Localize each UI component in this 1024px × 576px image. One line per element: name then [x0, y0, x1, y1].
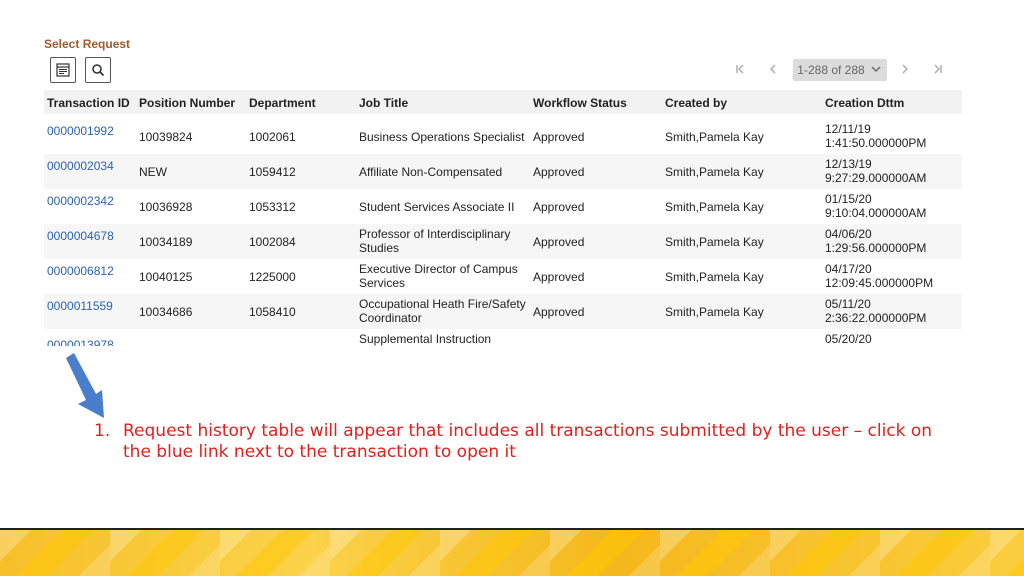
workflow-status: Approved [533, 130, 585, 144]
created-by: Smith,Pamela Kay [665, 165, 764, 179]
creation-dttm: 05/20/20 [825, 332, 872, 346]
creation-time: 9:27:29.000000AM [825, 171, 927, 185]
table-row: 0000001992 10039824 1002061 Business Ope… [44, 119, 962, 154]
creation-dttm: 04/06/20 1:29:56.000000PM [825, 227, 926, 255]
page-range-select[interactable]: 1-288 of 288 [793, 59, 887, 81]
chevron-right-icon [902, 64, 908, 74]
request-history-table: Transaction ID Position Number Departmen… [44, 90, 962, 346]
transaction-id-link[interactable]: 0000001992 [47, 124, 114, 138]
job-title: Occupational Heath Fire/Safety Coordinat… [359, 297, 526, 325]
table-row: 0000002342 10036928 1053312 Student Serv… [44, 189, 962, 224]
column-header-workflow-status[interactable]: Workflow Status [533, 96, 627, 110]
created-by: Smith,Pamela Kay [665, 130, 764, 144]
position-number: NEW [139, 165, 167, 179]
chevron-down-icon [871, 66, 881, 73]
position-number: 10034189 [139, 235, 193, 249]
job-title: Professor of Interdisciplinary Studies [359, 227, 511, 255]
creation-time: 9:10:04.000000AM [825, 206, 927, 220]
job-title: Affiliate Non-Compensated [359, 165, 503, 179]
workflow-status: Approved [533, 305, 585, 319]
department: 1059412 [249, 165, 296, 179]
creation-date: 05/11/20 [825, 297, 871, 311]
creation-time: 12:09:45.000000PM [825, 276, 934, 290]
creation-dttm: 04/17/20 12:09:45.000000PM [825, 262, 933, 290]
creation-time: 2:36:22.000000PM [825, 311, 927, 325]
column-header-transaction-id[interactable]: Transaction ID [47, 96, 130, 110]
creation-date: 01/15/20 [825, 192, 872, 206]
created-by: Smith,Pamela Kay [665, 235, 764, 249]
job-title: Supplemental Instruction [359, 332, 492, 346]
search-button[interactable] [85, 57, 111, 83]
transaction-id-link[interactable]: 0000004678 [47, 229, 114, 243]
position-number: 10036928 [139, 200, 193, 214]
department: 1058410 [249, 305, 296, 319]
creation-dttm: 01/15/20 9:10:04.000000AM [825, 192, 926, 220]
department: 1225000 [249, 270, 296, 284]
transaction-id-link[interactable]: 0000011559 [47, 299, 113, 313]
transaction-id-link[interactable]: 0000013978 [47, 338, 114, 346]
position-number: 10039824 [139, 130, 193, 144]
page-range-label: 1-288 of 288 [797, 63, 865, 77]
search-icon [92, 64, 105, 77]
table-header: Transaction ID Position Number Departmen… [44, 90, 962, 114]
created-by: Smith,Pamela Kay [665, 200, 764, 214]
transaction-id-link[interactable]: 0000002342 [47, 194, 114, 208]
instruction-number: 1. [94, 421, 111, 441]
first-page-button[interactable] [734, 62, 748, 76]
job-title: Executive Director of Campus Services [359, 262, 518, 290]
position-number: 10040125 [139, 270, 193, 284]
first-page-icon [736, 64, 744, 74]
department: 1002061 [249, 130, 296, 144]
job-title: Business Operations Specialist [359, 130, 525, 144]
creation-date: 04/17/20 [825, 262, 872, 276]
creation-time: 1:41:50.000000PM [825, 136, 927, 150]
pointer-arrow-icon [66, 353, 104, 418]
creation-date: 12/13/19 [825, 157, 872, 171]
column-header-created-by[interactable]: Created by [665, 96, 727, 110]
footer-banner [0, 530, 1024, 576]
previous-page-button[interactable] [766, 62, 780, 76]
department: 1053312 [249, 200, 296, 214]
instruction-text: Request history table will appear that i… [123, 421, 933, 462]
transaction-id-link[interactable]: 0000002034 [47, 159, 114, 173]
table-row: 0000004678 10034189 1002084 Professor of… [44, 224, 962, 259]
workflow-status: Approved [533, 165, 585, 179]
grid-view-button[interactable] [50, 57, 76, 83]
workflow-status: Approved [533, 200, 585, 214]
table-row: 0000002034 NEW 1059412 Affiliate Non-Com… [44, 154, 962, 189]
table-row: 0000013978 Supplemental Instruction 05/2… [44, 329, 962, 346]
job-title: Student Services Associate II [359, 200, 515, 214]
creation-date: 05/20/20 [825, 332, 872, 346]
workflow-status: Approved [533, 270, 585, 284]
workflow-status: Approved [533, 235, 585, 249]
created-by: Smith,Pamela Kay [665, 305, 764, 319]
column-header-job-title[interactable]: Job Title [359, 96, 408, 110]
created-by: Smith,Pamela Kay [665, 270, 764, 284]
section-title: Select Request [44, 37, 131, 51]
position-number: 10034686 [139, 305, 193, 319]
creation-date: 04/06/20 [825, 227, 872, 241]
transaction-id-link[interactable]: 0000006812 [47, 264, 114, 278]
creation-dttm: 12/11/19 1:41:50.000000PM [825, 122, 926, 150]
column-header-position-number[interactable]: Position Number [139, 96, 235, 110]
table-row: 0000011559 10034686 1058410 Occupational… [44, 294, 962, 329]
last-page-icon [934, 64, 942, 74]
next-page-button[interactable] [898, 62, 912, 76]
grid-view-icon [56, 63, 70, 77]
column-header-department[interactable]: Department [249, 96, 316, 110]
department: 1002084 [249, 235, 296, 249]
creation-dttm: 12/13/19 9:27:29.000000AM [825, 157, 926, 185]
creation-time: 1:29:56.000000PM [825, 241, 927, 255]
table-row: 0000006812 10040125 1225000 Executive Di… [44, 259, 962, 294]
creation-dttm: 05/11/20 2:36:22.000000PM [825, 297, 926, 325]
creation-date: 12/11/19 [825, 122, 871, 136]
chevron-left-icon [770, 64, 776, 74]
last-page-button[interactable] [930, 62, 944, 76]
column-header-creation-dttm[interactable]: Creation Dttm [825, 96, 904, 110]
